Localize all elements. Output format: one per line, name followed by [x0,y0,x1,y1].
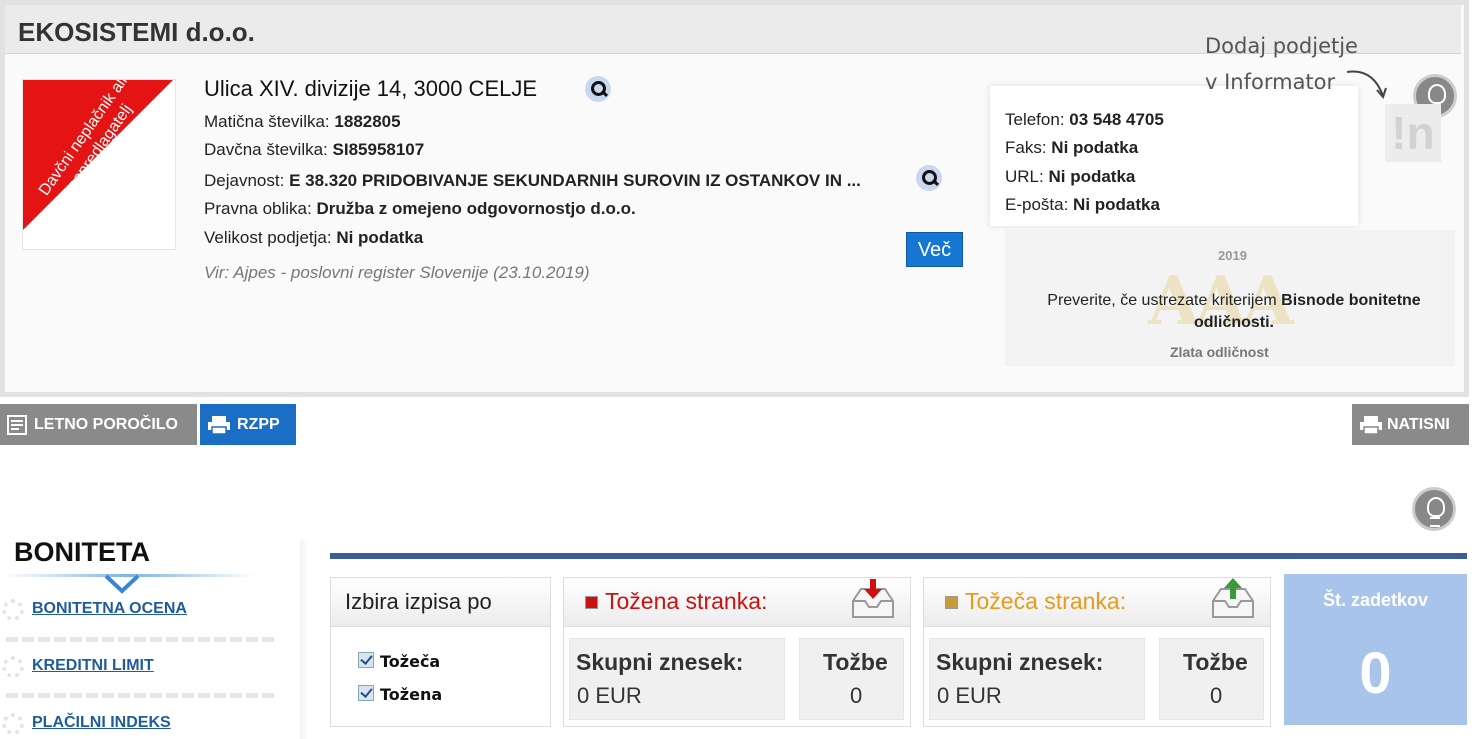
tozena-amount-label: Skupni znesek: [576,649,744,675]
tab-annual-report-label: LETNO POROČILO [34,416,178,433]
printer-icon [1360,416,1382,435]
tax-debtor-badge: Davčni neplačnik ali nepredlagatelj [22,79,176,250]
outbox-upload-icon [1212,578,1254,618]
hits-label: Št. zadetkov [1322,590,1429,610]
sidebar-divider [6,693,274,698]
document-icon [7,415,27,435]
izbira-title: Izbira izpisa po [345,589,492,614]
faks-value: Ni podatka [1051,138,1139,157]
eposta-row: E-pošta: Ni podatka [1005,195,1160,214]
aaa-year: 2019 [1218,248,1247,263]
faks-row: Faks: Ni podatka [1005,138,1139,157]
url-value: Ni podatka [1048,167,1136,186]
sidebar-divider [6,637,274,642]
url-row: URL: Ni podatka [1005,167,1136,186]
davcna-row: Davčna številka: SI85958107 [204,140,425,159]
tozeca-amount-value: 0 EUR [937,683,1002,708]
aaa-subtitle: Zlata odličnost [1170,344,1269,360]
velikost-value: Ni podatka [336,228,424,247]
data-source: Vir: Ajpes - poslovni register Slovenije… [204,263,590,282]
tozeca-lawsuits-label: Tožbe [1183,649,1248,675]
sidebar-title: BONITETA [14,537,150,567]
tozeca-amount-label: Skupni znesek: [936,649,1104,675]
print-button[interactable]: NATISNI [1352,404,1469,445]
hits-value: 0 [1359,641,1392,706]
maticna-row: Matična številka: 1882805 [204,112,401,131]
checkbox-tozena-label[interactable]: Tožena [380,685,442,704]
pravna-row: Pravna oblika: Družba z omejeno odgovorn… [204,199,636,218]
company-name: EKOSISTEMI d.o.o. [18,17,255,47]
tozena-lawsuits-value: 0 [850,683,863,708]
tozena-title: Tožena stranka: [585,588,767,615]
informator-logo[interactable]: !n [1385,104,1441,162]
print-label: NATISNI [1387,416,1450,433]
eposta-value: Ni podatka [1073,195,1160,214]
checkbox-tozeca[interactable] [358,652,374,668]
tozeca-title: Tožeča stranka: [945,588,1126,615]
tab-rzpp[interactable]: RZPP [200,404,296,445]
aaa-text: Preverite, če ustrezate kriterijem Bisno… [1047,292,1421,331]
sidebar-item-bonitetna-ocena[interactable]: BONITETNA OCENA [32,600,187,618]
tozeca-lawsuits-value: 0 [1210,683,1223,708]
checkbox-tozeca-label[interactable]: Tožeča [380,652,440,671]
davcna-value: SI85958107 [332,140,425,159]
maticna-value: 1882805 [334,112,401,131]
company-address: Ulica XIV. divizije 14, 3000 CELJE [204,76,538,101]
red-square-icon [585,596,598,610]
gear-icon [2,713,24,735]
tab-annual-report[interactable]: LETNO POROČILO [0,404,197,445]
more-button[interactable]: Več [906,232,963,267]
dejavnost-row: Dejavnost: E 38.320 PRIDOBIVANJE SEKUNDA… [204,171,861,190]
section-divider [330,553,1467,559]
gold-square-icon [945,596,958,610]
lightbulb-icon[interactable] [1412,487,1456,531]
gear-icon [2,656,24,678]
checkbox-tozena[interactable] [358,685,374,701]
pravna-value: Družba z omejeno odgovornostjo d.o.o. [316,199,636,218]
curved-arrow-icon [1346,70,1387,99]
inbox-download-icon [852,579,894,618]
tab-rzpp-label: RZPP [237,416,280,433]
telefon-row: Telefon: 03 548 4705 [1005,110,1164,129]
telefon-value: 03 548 4705 [1069,110,1164,129]
tozena-lawsuits-label: Tožbe [823,649,888,675]
sidebar-item-kreditni-limit[interactable]: KREDITNI LIMIT [32,657,154,675]
sidebar-item-placilni-indeks[interactable]: PLAČILNI INDEKS [32,714,171,732]
dejavnost-value: E 38.320 PRIDOBIVANJE SEKUNDARNIH SUROVI… [289,171,861,190]
gear-icon [2,599,24,621]
address-search-icon[interactable] [585,76,611,102]
tozena-amount-value: 0 EUR [577,683,642,708]
velikost-row: Velikost podjetja: Ni podatka [204,228,424,247]
activity-search-icon[interactable] [916,165,942,191]
printer-icon [208,416,230,435]
informator-promo[interactable]: Dodaj podjetje v Informator [1205,28,1358,100]
chevron-down-icon [104,574,140,594]
